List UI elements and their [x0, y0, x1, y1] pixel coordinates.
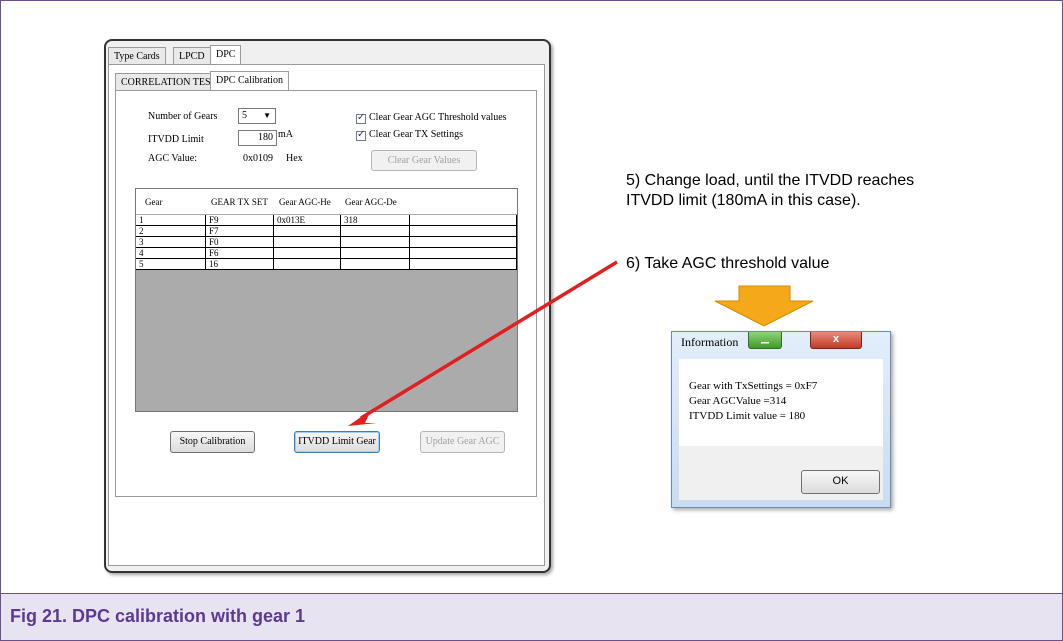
- dialog-line-tx-settings: Gear with TxSettings = 0xF7: [689, 380, 818, 392]
- minimize-icon[interactable]: ▁: [748, 332, 782, 349]
- figure-caption-bar: Fig 21. DPC calibration with gear 1: [1, 593, 1062, 640]
- figure-caption: Fig 21. DPC calibration with gear 1: [10, 606, 306, 626]
- down-arrow-icon: [714, 285, 814, 327]
- annotation-arrows: [348, 260, 814, 426]
- dialog-title: Information: [681, 335, 739, 349]
- dialog-line-itvdd-limit: ITVDD Limit value = 180: [689, 410, 806, 422]
- red-arrow-icon: [348, 260, 618, 426]
- close-icon[interactable]: x: [810, 332, 862, 349]
- dialog-line-agc-value: Gear AGCValue =314: [689, 395, 787, 407]
- ok-button[interactable]: OK: [801, 470, 880, 494]
- information-dialog: Information ▁ x Gear with TxSettings = 0…: [671, 331, 891, 508]
